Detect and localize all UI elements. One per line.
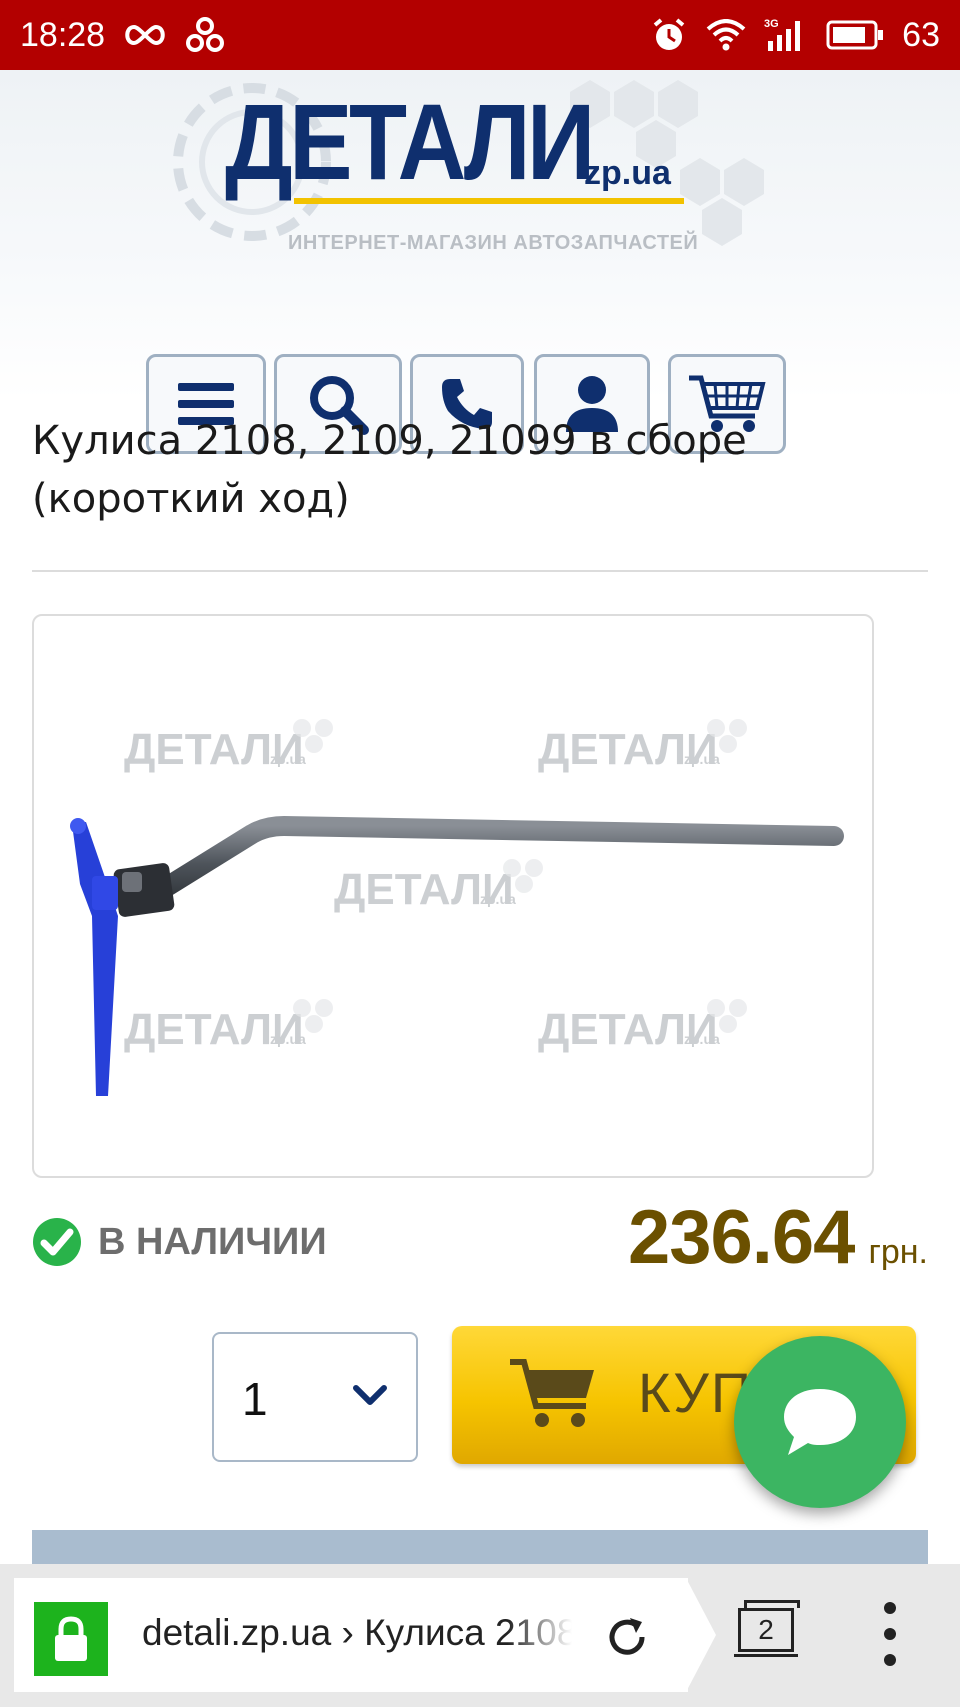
- lock-icon: [55, 1616, 87, 1661]
- svg-text:zp.ua: zp.ua: [480, 891, 516, 907]
- more-dots-icon: [884, 1628, 896, 1640]
- browser-menu-button[interactable]: [880, 1602, 900, 1666]
- battery-icon: [826, 20, 884, 50]
- tabs-count: 2: [738, 1608, 794, 1652]
- svg-text:zp.ua: zp.ua: [270, 1031, 306, 1047]
- more-dots-icon: [884, 1602, 896, 1614]
- product-image[interactable]: ДЕТАЛИ zp.ua ДЕТАЛИ zp.ua ДЕТАЛИ zp.ua Д…: [32, 614, 874, 1178]
- alarm-icon: [650, 16, 688, 54]
- svg-text:3G: 3G: [764, 18, 779, 30]
- secure-lock-badge[interactable]: [34, 1602, 108, 1676]
- product-title: Кулиса 2108, 2109, 21099 в сборе (коротк…: [32, 418, 747, 522]
- tabs-base: [734, 1654, 798, 1657]
- status-bar: 18:28 3G 63: [0, 0, 960, 70]
- biohazard-icon: [185, 15, 225, 55]
- battery-level: 63: [902, 15, 940, 54]
- in-stock-check-icon: [33, 1218, 81, 1266]
- infinity-icon: [123, 22, 167, 48]
- address-bar[interactable]: detali.zp.ua › Кулиса 2108, 2109: [14, 1578, 688, 1692]
- reload-icon[interactable]: [604, 1614, 650, 1660]
- chat-bubble-icon: [784, 1389, 856, 1455]
- site-logo[interactable]: ДЕТАЛИ zp.ua ИНТЕРНЕТ-МАГАЗИН АВТОЗАПЧАС…: [170, 70, 790, 260]
- chat-button[interactable]: [734, 1336, 906, 1508]
- svg-text:zp.ua: zp.ua: [684, 751, 720, 767]
- status-left: 18:28: [20, 15, 225, 55]
- tabs-button[interactable]: 2: [734, 1598, 804, 1664]
- price: 236.64 грн.: [628, 1194, 928, 1281]
- price-value: 236.64: [628, 1195, 855, 1280]
- gear-shift-linkage-image: ДЕТАЛИ zp.ua ДЕТАЛИ zp.ua ДЕТАЛИ zp.ua Д…: [70, 719, 844, 1096]
- svg-text:zp.ua: zp.ua: [270, 751, 306, 767]
- cart-icon: [510, 1359, 594, 1427]
- chevron-down-icon: [353, 1385, 387, 1405]
- logo-domain: zp.ua: [584, 154, 671, 192]
- more-dots-icon: [884, 1654, 896, 1666]
- wifi-icon: [706, 19, 746, 51]
- price-currency: грн.: [868, 1233, 928, 1271]
- tabs-stack-icon: [744, 1600, 800, 1608]
- url-text: detali.zp.ua › Кулиса 2108, 2109: [142, 1612, 572, 1653]
- availability-label: В НАЛИЧИИ: [98, 1220, 327, 1263]
- quantity-value: 1: [242, 1373, 268, 1425]
- availability: В НАЛИЧИИ: [32, 1214, 327, 1270]
- title-divider: [32, 570, 928, 572]
- address-bar-tip: [686, 1578, 716, 1692]
- logo-tagline: ИНТЕРНЕТ-МАГАЗИН АВТОЗАПЧАСТЕЙ: [288, 232, 699, 254]
- site-header: ДЕТАЛИ zp.ua ИНТЕРНЕТ-МАГАЗИН АВТОЗАПЧАС…: [0, 70, 960, 454]
- signal-3g-icon: 3G: [764, 17, 808, 53]
- svg-text:zp.ua: zp.ua: [684, 1031, 720, 1047]
- browser-toolbar: detali.zp.ua › Кулиса 2108, 2109 2: [0, 1564, 960, 1707]
- status-time: 18:28: [20, 15, 106, 54]
- logo-title: ДЕТАЛИ: [225, 81, 595, 202]
- quantity-select[interactable]: 1: [212, 1332, 418, 1462]
- logo-underline: [294, 198, 684, 204]
- status-right: 3G 63: [650, 16, 940, 55]
